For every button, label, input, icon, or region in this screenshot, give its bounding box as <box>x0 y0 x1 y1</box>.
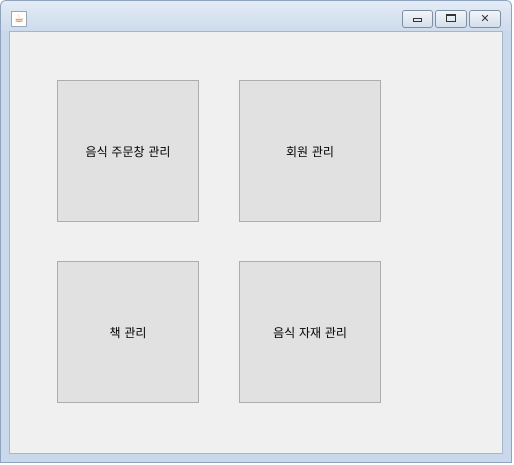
book-management-label: 책 관리 <box>109 325 147 340</box>
member-management-button[interactable]: 회원 관리 <box>239 80 381 222</box>
book-management-button[interactable]: 책 관리 <box>57 261 199 403</box>
close-button[interactable]: ✕ <box>469 10 501 28</box>
food-supply-management-label: 음식 자재 관리 <box>273 325 347 340</box>
minimize-button[interactable] <box>402 10 433 28</box>
maximize-button[interactable] <box>435 10 467 28</box>
food-supply-management-button[interactable]: 음식 자재 관리 <box>239 261 381 403</box>
java-icon[interactable]: ☕ <box>11 11 27 27</box>
close-icon: ✕ <box>480 12 490 25</box>
food-order-management-label: 음식 주문창 관리 <box>85 144 171 159</box>
member-management-label: 회원 관리 <box>286 144 334 159</box>
title-bar[interactable]: ☕ ✕ <box>1 1 511 31</box>
minimize-icon <box>413 18 422 22</box>
food-order-management-button[interactable]: 음식 주문창 관리 <box>57 80 199 222</box>
maximize-icon <box>446 14 456 22</box>
content-panel: 음식 주문창 관리 회원 관리 책 관리 음식 자재 관리 <box>9 31 503 454</box>
app-window: ☕ ✕ 음식 주문창 관리 회원 관리 책 관리 음식 자재 관리 <box>0 0 512 463</box>
